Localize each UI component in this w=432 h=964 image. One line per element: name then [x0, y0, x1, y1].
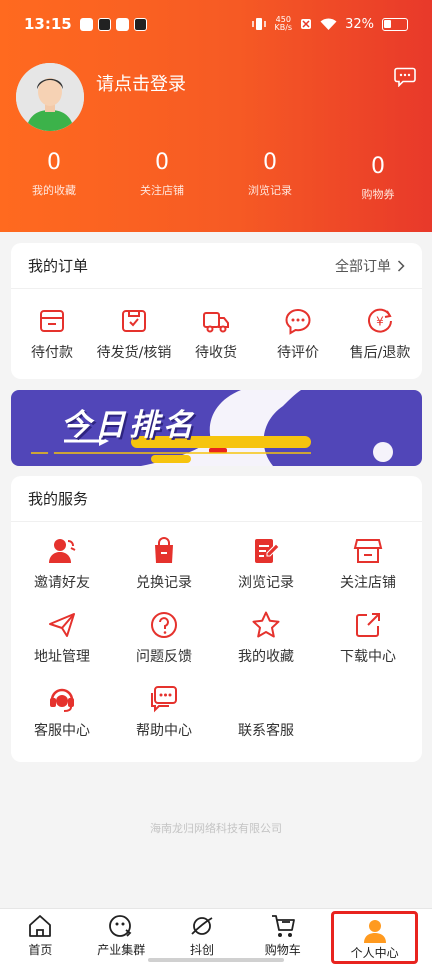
- stat-browse-history[interactable]: 0 浏览记录: [216, 150, 324, 202]
- service-customer-center[interactable]: 客服中心: [11, 684, 113, 758]
- store-icon: [353, 539, 383, 563]
- order-status-row: 待付款 待发货/核销 待收货 待评价 ¥ 售后/退款: [11, 289, 422, 362]
- status-bar: 13:15 450 KB/s 32%: [0, 0, 432, 48]
- service-feedback[interactable]: 问题反馈: [113, 610, 215, 684]
- package-check-icon: [122, 310, 146, 332]
- tab-cart[interactable]: 购物车: [242, 909, 323, 964]
- banner-title: 今日排名: [61, 408, 197, 443]
- tab-industry-cluster[interactable]: 产业集群: [81, 909, 162, 964]
- home-indicator: [148, 958, 284, 962]
- shopping-bag-icon: [155, 537, 173, 563]
- login-prompt[interactable]: 请点击登录: [96, 70, 186, 96]
- service-contact-support[interactable]: 联系客服: [215, 684, 317, 758]
- star-icon: [252, 611, 280, 638]
- services-card: 我的服务 邀请好友 兑换记录 浏览记录 关注店铺 地址管理 问题反馈 我的收藏 …: [11, 476, 422, 762]
- app-notification-icon: [79, 17, 93, 31]
- battery-icon: [382, 17, 408, 31]
- tiktok-icon: [133, 17, 147, 31]
- dots-app-icon: [115, 17, 129, 31]
- stat-coupons[interactable]: 0 购物券: [324, 150, 432, 202]
- vibrate-icon: [252, 18, 267, 30]
- stat-favorites[interactable]: 0 我的收藏: [0, 150, 108, 202]
- orders-card: 我的订单 全部订单 待付款 待发货/核销 待收货 待评价 ¥ 售后/退款: [11, 243, 422, 379]
- profile-header: 13:15 450 KB/s 32% 请点击登录 0 我的收藏 0 关注店铺 0…: [0, 0, 432, 232]
- order-pending-review[interactable]: 待评价: [257, 307, 339, 362]
- order-pending-receipt[interactable]: 待收货: [175, 307, 257, 362]
- document-edit-icon: [255, 539, 280, 563]
- chat-bubbles-icon: [151, 686, 177, 713]
- order-pending-payment[interactable]: 待付款: [11, 307, 93, 362]
- profile-stats: 0 我的收藏 0 关注店铺 0 浏览记录 0 购物券: [0, 150, 432, 202]
- service-followed-stores[interactable]: 关注店铺: [317, 536, 419, 610]
- wifi-icon: [320, 18, 337, 30]
- orders-title: 我的订单: [28, 257, 89, 275]
- avatar[interactable]: [16, 63, 84, 131]
- default-avatar-icon: [16, 63, 84, 131]
- stat-followed-stores[interactable]: 0 关注店铺: [108, 150, 216, 202]
- cart-icon: [271, 915, 295, 937]
- chevron-right-icon: [397, 259, 405, 272]
- video-app-icon: [97, 17, 111, 31]
- services-grid: 邀请好友 兑换记录 浏览记录 关注店铺 地址管理 问题反馈 我的收藏 下载中心: [11, 522, 422, 758]
- service-invite-friends[interactable]: 邀请好友: [11, 536, 113, 610]
- wallet-icon: [40, 310, 64, 332]
- home-icon: [29, 915, 52, 937]
- headset-icon: [50, 688, 74, 712]
- service-download-center[interactable]: 下载中心: [317, 610, 419, 684]
- cluster-icon: [109, 915, 132, 937]
- service-redeem-history[interactable]: 兑换记录: [113, 536, 215, 610]
- battery-percent: 32%: [345, 16, 374, 32]
- service-my-favorites[interactable]: 我的收藏: [215, 610, 317, 684]
- share-icon: [356, 613, 380, 637]
- planet-icon: [191, 917, 213, 935]
- no-sim-icon: [301, 19, 312, 29]
- person-icon: [363, 920, 386, 943]
- ranking-banner[interactable]: 今日排名: [11, 390, 422, 466]
- message-icon[interactable]: [394, 67, 416, 87]
- question-icon: [151, 612, 177, 638]
- tab-home[interactable]: 首页: [0, 909, 81, 964]
- service-browse-history[interactable]: 浏览记录: [215, 536, 317, 610]
- all-orders-link[interactable]: 全部订单: [335, 256, 405, 276]
- svg-text:¥: ¥: [376, 315, 384, 329]
- status-time: 13:15: [24, 15, 72, 33]
- order-after-sales[interactable]: ¥ 售后/退款: [339, 307, 421, 362]
- company-name: 海南龙归网络科技有限公司: [150, 822, 282, 835]
- order-pending-shipment[interactable]: 待发货/核销: [93, 307, 175, 362]
- tab-personal-center[interactable]: 个人中心: [331, 911, 418, 964]
- service-address-management[interactable]: 地址管理: [11, 610, 113, 684]
- network-speed: 450 KB/s: [274, 15, 293, 32]
- bottom-tab-bar: 首页 产业集群 抖创 购物车 个人中心: [0, 908, 432, 964]
- invite-friend-icon: [49, 539, 76, 563]
- tab-douchuang[interactable]: 抖创: [162, 909, 243, 964]
- comment-icon: [285, 308, 311, 335]
- paper-plane-icon: [49, 613, 75, 637]
- refund-icon: ¥: [368, 308, 392, 333]
- service-help-center[interactable]: 帮助中心: [113, 684, 215, 758]
- truck-icon: [203, 312, 229, 333]
- services-title: 我的服务: [28, 490, 89, 508]
